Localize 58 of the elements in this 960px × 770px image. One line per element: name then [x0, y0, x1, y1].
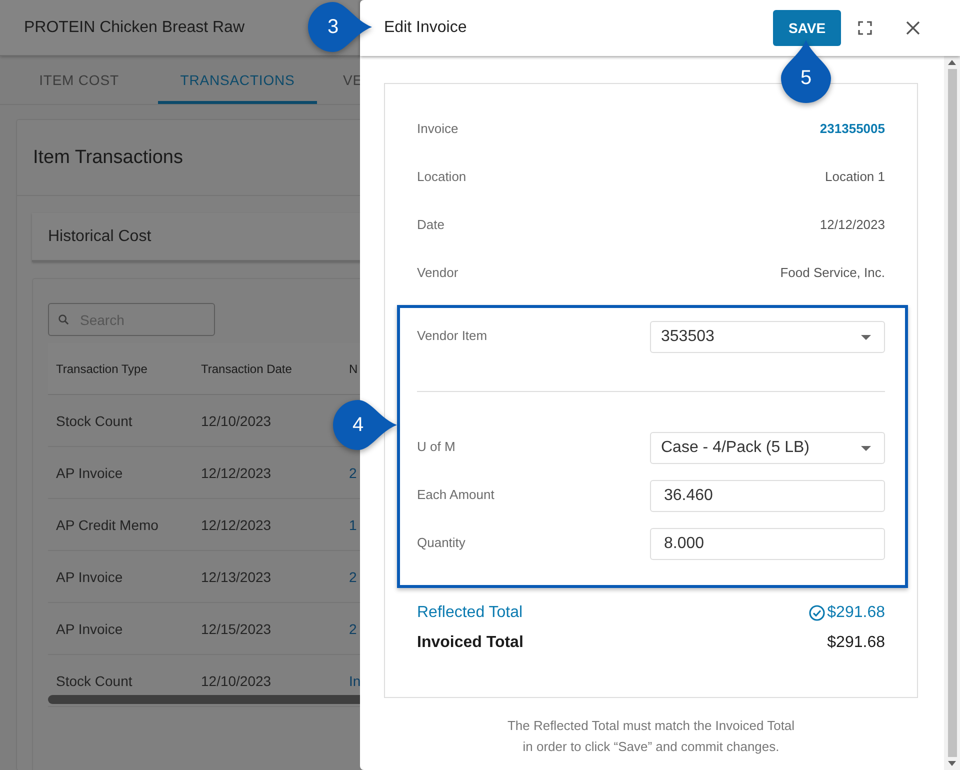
dialog-title: Edit Invoice: [384, 19, 468, 37]
total-label: Invoiced Total: [417, 634, 524, 652]
dropdown[interactable]: Case - 4/Pack (5 LB): [650, 432, 885, 464]
caret-icon: [861, 334, 871, 340]
table-cell: 12/10/2023: [201, 672, 272, 688]
section-title: Item Transactions: [33, 146, 183, 168]
invoice-link[interactable]: 231355005: [820, 121, 885, 169]
field-label: Vendor Item: [417, 327, 488, 343]
column-header: N: [349, 362, 358, 376]
item-title: PROTEIN Chicken Breast Raw: [24, 18, 245, 36]
table-cell: AP Invoice: [56, 464, 123, 480]
table-cell: AP Invoice: [56, 568, 123, 584]
callout-badge: 5: [781, 40, 831, 103]
field-label: U of M: [417, 438, 456, 454]
panel-title: Historical Cost: [48, 228, 152, 246]
total-label: Reflected Total: [417, 604, 523, 622]
table-cell: 1: [349, 516, 357, 532]
close-icon[interactable]: [906, 21, 920, 35]
fullscreen-icon[interactable]: [858, 21, 872, 35]
table-cell: 12/13/2023: [201, 568, 272, 584]
field-label: Each Amount: [417, 486, 494, 502]
field-value: Location 1: [825, 169, 885, 186]
table-cell: 2: [349, 620, 357, 636]
callout-badge: 3: [308, 2, 372, 52]
column-header: Transaction Type: [56, 362, 148, 376]
table-cell: 12/10/2023: [201, 412, 272, 428]
arrow-down-icon[interactable]: [948, 761, 956, 766]
table-cell: 12/12/2023: [201, 516, 272, 532]
caret-icon: [861, 446, 871, 450]
table-cell: 12/15/2023: [201, 620, 272, 636]
scrollbar[interactable]: [944, 56, 960, 770]
table-cell: Stock Count: [56, 412, 132, 428]
table-cell: AP Credit Memo: [56, 516, 158, 532]
field-label: Location: [417, 169, 466, 186]
dropdown[interactable]: 353503: [650, 321, 885, 353]
arrow-up-icon[interactable]: [948, 60, 956, 65]
hint-text: The Reflected Total must match the Invoiced Total in order to click “Save” and commit changes.: [506, 717, 796, 756]
field-value: 12/12/2023: [820, 217, 885, 234]
column-header: Transaction Date: [201, 362, 293, 376]
field-label: Vendor: [417, 265, 458, 282]
field-label: Date: [417, 217, 444, 234]
total-value: $291.68: [827, 634, 885, 652]
table-cell: In: [349, 672, 361, 688]
field-label: Quantity: [417, 534, 466, 550]
callout-badge: 4: [333, 400, 397, 450]
field-label: Invoice: [417, 121, 458, 138]
save-button[interactable]: SAVE: [773, 10, 841, 46]
field-value: Food Service, Inc.: [780, 265, 885, 282]
input-field[interactable]: 36.460: [650, 480, 885, 512]
table-cell: AP Invoice: [56, 620, 123, 636]
tab[interactable]: ITEM COST: [0, 56, 158, 104]
table-cell: 12/12/2023: [201, 464, 272, 480]
table-cell: Stock Count: [56, 672, 132, 688]
table-cell: 2: [349, 464, 357, 480]
table-cell: 2: [349, 568, 357, 584]
input-field[interactable]: 8.000: [650, 528, 885, 560]
total-value: $291.68: [827, 604, 885, 622]
search-icon: [58, 314, 69, 325]
